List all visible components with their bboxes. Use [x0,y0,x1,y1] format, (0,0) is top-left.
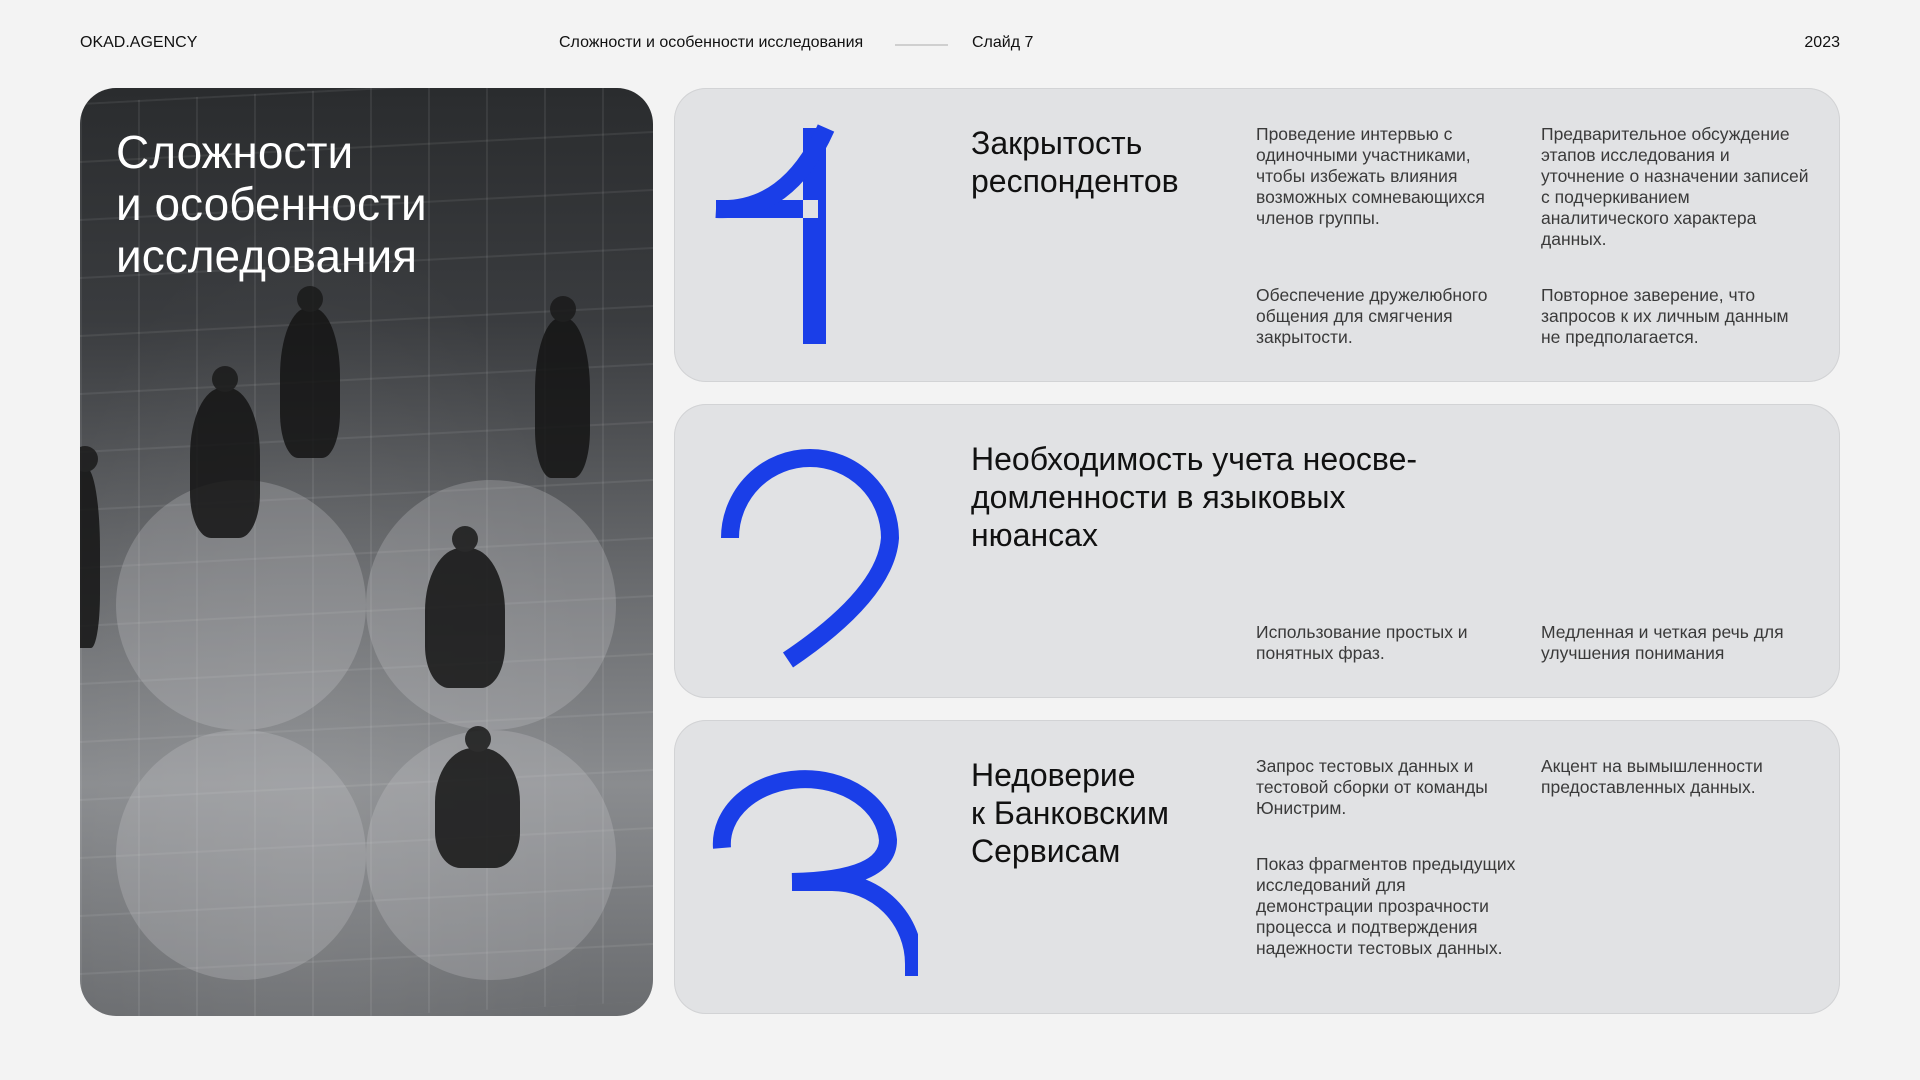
card-title: Закрытость респондентов [971,125,1179,199]
person-silhouette [280,286,340,458]
slide-number: Слайд 7 [972,34,1034,51]
card-note: Предварительное обсуждение этапов исслед… [1541,124,1809,249]
header-divider [895,44,948,46]
numeral-3-icon [712,770,918,976]
card-note: Использование простых и понятных фраз. [1256,622,1468,663]
breadcrumb: Сложности и особенности исследования [559,34,864,51]
brand-name[interactable]: OKAD.AGENCY [80,34,197,52]
person-silhouette [435,726,520,868]
person-silhouette [425,526,505,688]
card-title: Недоверие к Банковским Сервисам [971,757,1170,869]
card-note: Обеспечение дружелюбного общения для смя… [1256,285,1488,347]
challenge-card-2: Необходимость учета неосве- домленности … [674,404,1840,698]
card-title: Необходимость учета неосве- домленности … [971,441,1418,553]
card-note: Акцент на вымышленности предоставленных … [1541,756,1763,797]
slide-header: OKAD.AGENCY Сложности и особенности иссл… [80,34,1840,58]
crowd-photo: Сложности и особенности исследования [80,88,653,1016]
numeral-2-icon [721,449,900,668]
challenge-card-3: Недоверие к Банковским Сервисам Запрос т… [674,720,1840,1014]
decorative-circle [116,730,366,980]
year-label: 2023 [1804,34,1840,51]
card-note: Запрос тестовых данных и тестовой сборки… [1256,756,1488,818]
card-note: Медленная и четкая речь для улучшения по… [1541,622,1784,663]
person-silhouette [535,296,590,478]
challenge-card-1: Закрытость респондентов Проведение интер… [674,88,1840,382]
card-note: Повторное заверение, что запросов к их л… [1541,285,1789,347]
card-note: Показ фрагментов предыдущих исследований… [1256,854,1516,958]
numeral-1-icon [715,124,835,344]
person-silhouette [190,366,260,538]
card-note: Проведение интервью с одиночными участни… [1256,124,1485,228]
photo-title: Сложности и особенности исследования [116,126,427,282]
